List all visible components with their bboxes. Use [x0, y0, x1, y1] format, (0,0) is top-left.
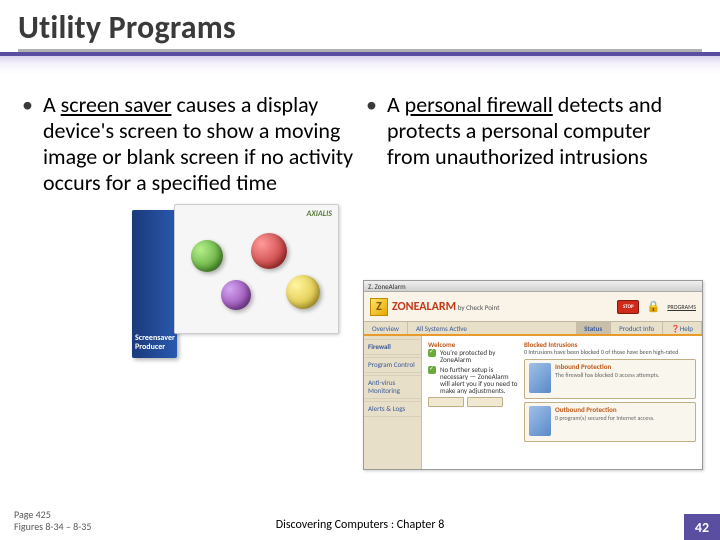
tab-status[interactable]: Status	[576, 322, 611, 334]
slide-footer: Page 425 Figures 8-34 – 8-35 Discovering…	[0, 502, 720, 540]
axialis-logo: AXIALIS	[307, 209, 332, 219]
slide-title: Utility Programs	[18, 8, 702, 52]
bullet-prefix: A	[387, 91, 405, 118]
bullet-dot-icon: •	[22, 92, 33, 118]
status-line-2: No further setup is necessary — ZoneAlar…	[440, 366, 518, 394]
za-header-right: STOP 🔒 PROGRAMS	[617, 299, 696, 315]
za-logo: Z ZONEALARM by Check Point	[370, 298, 500, 316]
inbound-text: The firewall has blocked 0 access attemp…	[555, 372, 659, 379]
keyword-screensaver: screen saver	[61, 91, 172, 118]
za-welcome-col: Welcome You're protected by ZoneAlarm No…	[428, 340, 518, 465]
check-icon	[428, 349, 436, 357]
ball-yellow-icon	[286, 275, 320, 309]
za-sidebar: Firewall Program Control Anti-virus Moni…	[364, 336, 422, 469]
za-tiny-button-2[interactable]	[467, 397, 503, 407]
bullet-text-right: A personal firewall detects and protects…	[387, 92, 698, 170]
za-logo-text: ZONEALARM	[392, 300, 456, 314]
ball-purple-icon	[221, 280, 251, 310]
bullet-screensaver: • A screen saver causes a display device…	[22, 92, 354, 196]
inbound-icon	[529, 363, 551, 393]
tab-overview[interactable]: Overview	[364, 322, 408, 334]
title-divider	[0, 52, 720, 74]
za-status-protected: You're protected by ZoneAlarm	[428, 349, 518, 363]
nav-antivirus[interactable]: Anti-virus Monitoring	[364, 375, 421, 399]
inbound-title: Inbound Protection	[555, 363, 659, 370]
content-columns: • A screen saver causes a display device…	[0, 74, 720, 196]
product-boxart: Screensaver Producer	[132, 210, 177, 358]
title-bar: Utility Programs	[0, 0, 720, 52]
tab-product-info[interactable]: Product Info	[611, 322, 663, 334]
left-column: • A screen saver causes a display device…	[22, 92, 360, 196]
outbound-icon	[529, 406, 551, 436]
za-blocked-sub: 0 Intrusions have been blocked 0 of thos…	[524, 349, 696, 356]
za-programs-link[interactable]: PROGRAMS	[667, 303, 696, 311]
za-status-nosetup: No further setup is necessary — ZoneAlar…	[428, 366, 518, 394]
footer-center-text: Discovering Computers : Chapter 8	[0, 518, 720, 532]
outbound-text: 0 program(s) secured for Internet access…	[555, 415, 655, 422]
preview-balls	[181, 225, 332, 327]
boxart-label: Screensaver Producer	[135, 334, 175, 352]
outbound-title: Outbound Protection	[555, 406, 655, 413]
za-logo-sub: by Check Point	[458, 303, 500, 312]
nav-firewall[interactable]: Firewall	[364, 339, 421, 355]
right-column: • A personal firewall detects and protec…	[360, 92, 698, 196]
bullet-dot-icon: •	[366, 92, 377, 118]
za-stop-button[interactable]: STOP	[617, 300, 639, 314]
za-tutorial-buttons	[428, 397, 518, 407]
lock-icon: 🔒	[645, 299, 661, 315]
slide-number-badge: 42	[684, 514, 720, 540]
keyword-firewall: personal firewall	[405, 91, 553, 118]
za-header: Z ZONEALARM by Check Point STOP 🔒 PROGRA…	[364, 292, 702, 322]
za-window-titlebar: Z. ZoneAlarm	[364, 281, 702, 292]
ball-green-icon	[191, 240, 223, 272]
za-content-pane: Welcome You're protected by ZoneAlarm No…	[422, 336, 702, 469]
za-help-link[interactable]: ❓Help	[663, 322, 702, 334]
bullet-firewall: • A personal firewall detects and protec…	[366, 92, 698, 170]
bullet-prefix: A	[43, 91, 61, 118]
ball-red-icon	[251, 233, 287, 269]
status-line-1: You're protected by ZoneAlarm	[440, 349, 518, 363]
nav-program-control[interactable]: Program Control	[364, 357, 421, 373]
za-outbound-panel: Outbound Protection 0 program(s) secured…	[524, 402, 696, 442]
screensaver-preview-panel: AXIALIS	[174, 204, 339, 334]
screensaver-product-image: Screensaver Producer AXIALIS	[132, 204, 342, 359]
za-tiny-button-1[interactable]	[428, 397, 464, 407]
help-label: Help	[680, 324, 693, 333]
nav-alerts[interactable]: Alerts & Logs	[364, 401, 421, 417]
za-inbound-panel: Inbound Protection The firewall has bloc…	[524, 359, 696, 399]
bullet-text-left: A screen saver causes a display device's…	[43, 92, 354, 196]
tab-status-text: All Systems Active	[408, 322, 576, 334]
za-protection-col: Blocked Intrusions 0 Intrusions have bee…	[524, 340, 696, 465]
check-icon	[428, 366, 436, 374]
za-shield-icon: Z	[370, 298, 388, 316]
zonealarm-screenshot: Z. ZoneAlarm Z ZONEALARM by Check Point …	[363, 280, 703, 470]
boxart-line2: Producer	[135, 342, 165, 352]
za-tabs: Overview All Systems Active Status Produ…	[364, 322, 702, 336]
za-main: Firewall Program Control Anti-virus Moni…	[364, 336, 702, 469]
